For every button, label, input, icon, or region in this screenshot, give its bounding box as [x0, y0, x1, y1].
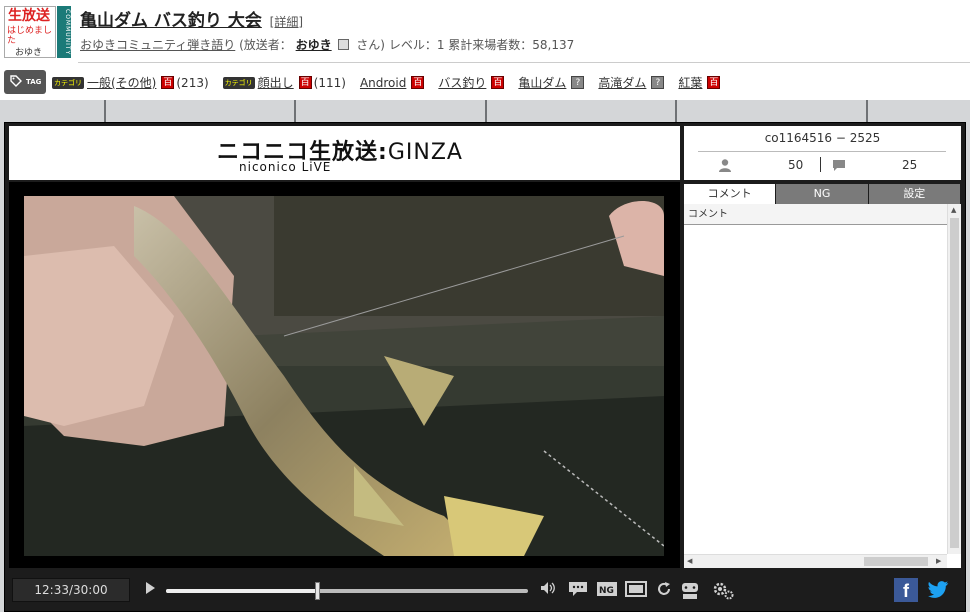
visitors-text: 累計来場者数：58,137: [448, 38, 575, 52]
band-divider: [104, 100, 106, 122]
player-logo-area: ニコニコ生放送:GINZA niconico LiVE: [9, 126, 680, 180]
tag-count: (213): [176, 75, 209, 90]
logo-ginza-text: GINZA: [387, 140, 463, 165]
encyclopedia-icon[interactable]: 百: [161, 76, 175, 89]
screen-icon[interactable]: [625, 581, 647, 602]
band-divider: [294, 100, 296, 122]
broadcaster-suffix: さん): [356, 38, 385, 52]
volume-icon[interactable]: [540, 581, 556, 600]
viewer-count: 50: [788, 158, 804, 172]
settings-icon[interactable]: [712, 581, 736, 606]
comment-column-header[interactable]: コメント: [684, 204, 947, 225]
tag-item: 紅葉百: [678, 74, 721, 91]
tag-link[interactable]: 亀山ダム: [518, 74, 566, 91]
tag-item: カテゴリ 一般(その他) 百 (213): [52, 74, 209, 91]
video-frame-image: [24, 196, 664, 556]
tag-list: カテゴリ 一般(その他) 百 (213) カテゴリ 顔出し百 (111) Android 百バス…: [52, 74, 734, 91]
encyclopedia-icon[interactable]: 百: [298, 76, 312, 89]
broadcaster-prefix: (放送者：: [239, 38, 292, 52]
tag-link[interactable]: Android: [360, 76, 406, 90]
detail-link[interactable]: [詳細]: [270, 15, 303, 29]
scroll-up-icon[interactable]: ▲: [951, 206, 956, 214]
category-badge: カテゴリ: [52, 76, 84, 89]
time-display[interactable]: 12:33/30:00: [12, 578, 130, 602]
community-thumbnail[interactable]: 生放送 はじめました おゆき: [4, 6, 56, 58]
comment-icon: [832, 159, 846, 175]
band-divider: [866, 100, 868, 122]
tag-item: Android 百: [360, 76, 425, 90]
ng-icon[interactable]: NG: [596, 581, 618, 602]
comment-toggle-icon[interactable]: [568, 581, 588, 602]
header-divider: [78, 62, 970, 63]
encyclopedia-icon[interactable]: 百: [491, 76, 505, 89]
scroll-left-icon[interactable]: ◀: [687, 557, 692, 565]
encyclopedia-icon[interactable]: 百: [707, 76, 721, 89]
tag-link[interactable]: バス釣り: [438, 74, 486, 91]
scroll-right-icon[interactable]: ▶: [936, 557, 941, 565]
community-link[interactable]: おゆきコミュニティ弾き語り: [80, 38, 235, 52]
facebook-icon[interactable]: f: [894, 578, 918, 602]
comment-horizontal-scrollbar[interactable]: ◀ ▶: [684, 554, 947, 568]
header: 生放送 はじめました おゆき COMMUNITY 亀山ダム バス釣り 大会 [詳…: [0, 0, 970, 62]
video-stream[interactable]: [24, 196, 664, 556]
tag-link[interactable]: 紅葉: [678, 74, 702, 91]
tab-ng[interactable]: NG: [776, 184, 869, 204]
title-row: 亀山ダム バス釣り 大会 [詳細]: [80, 6, 303, 31]
logo-sub-text: niconico LiVE: [239, 160, 332, 174]
comment-vertical-scrollbar[interactable]: ▲: [947, 204, 961, 554]
user-card-icon[interactable]: [338, 39, 350, 50]
level-text: レベル：1: [388, 38, 445, 52]
thumbnail-text-3: おゆき: [15, 48, 43, 58]
logo-colon: :: [378, 140, 388, 165]
tag-edit-button[interactable]: TAG: [4, 70, 46, 94]
tag-icon: [10, 75, 22, 90]
tag-link[interactable]: 顔出し: [258, 74, 294, 91]
broadcaster-link[interactable]: おゆき: [296, 38, 332, 52]
tag-item: 高滝ダム?: [598, 74, 665, 91]
band-divider: [675, 100, 677, 122]
encyclopedia-icon[interactable]: ?: [651, 76, 665, 89]
encyclopedia-icon[interactable]: ?: [571, 76, 585, 89]
page-title[interactable]: 亀山ダム バス釣り 大会: [80, 11, 262, 31]
seek-progress: [166, 589, 318, 593]
tag-item: カテゴリ 顔出し百 (111): [222, 74, 346, 91]
twitter-icon[interactable]: [928, 580, 950, 603]
user-icon: [718, 158, 732, 175]
comment-count: 25: [902, 158, 918, 172]
tag-bar: TAG カテゴリ 一般(その他) 百 (213) カテゴリ 顔出し百 (111) Androi…: [0, 66, 970, 98]
band-divider: [485, 100, 487, 122]
stat-separator: [820, 157, 821, 172]
broadcast-info: おゆきコミュニティ弾き語り (放送者： おゆき さん) レベル：1 累計来場者数…: [80, 36, 574, 53]
comment-panel: コメント ▲ ◀ ▶: [684, 204, 961, 568]
tag-link[interactable]: 一般(その他): [87, 74, 156, 91]
thumbnail-text-2: はじめました: [7, 26, 53, 46]
info-divider: [698, 151, 946, 152]
seek-handle[interactable]: [315, 582, 321, 600]
play-icon[interactable]: [144, 581, 156, 600]
stream-id: co1164516 − 2525: [764, 131, 881, 145]
tag-link[interactable]: 高滝ダム: [598, 74, 646, 91]
category-badge: カテゴリ: [222, 76, 255, 89]
tab-comments[interactable]: コメント: [684, 184, 777, 204]
app-icon[interactable]: [680, 581, 700, 606]
vertical-scroll-thumb[interactable]: [950, 218, 959, 548]
thumbnail-text-1: 生放送: [8, 8, 50, 24]
tag-item: バス釣り百: [438, 74, 505, 91]
svg-text:NG: NG: [599, 586, 614, 596]
player-controls: 12:33/30:00 NG f: [8, 574, 962, 608]
stream-info-box: co1164516 − 2525 50 25: [684, 126, 961, 180]
side-tabs: コメント NG 設定: [684, 184, 961, 204]
tag-badge-label: TAG: [26, 78, 42, 86]
seek-bar[interactable]: [166, 589, 528, 593]
encyclopedia-icon[interactable]: 百: [411, 76, 425, 89]
tag-item: 亀山ダム?: [518, 74, 585, 91]
tab-settings[interactable]: 設定: [868, 184, 961, 204]
reload-icon[interactable]: [656, 581, 672, 602]
community-strip: COMMUNITY: [57, 6, 71, 58]
tag-count: (111): [313, 75, 346, 90]
horizontal-scroll-thumb[interactable]: [864, 557, 928, 566]
